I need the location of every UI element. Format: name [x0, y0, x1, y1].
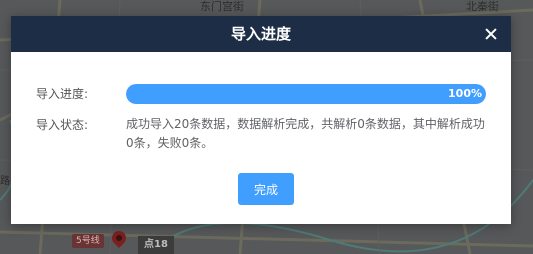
- progress-bar-fill: 100%: [126, 84, 486, 104]
- map-street-label: 东门宫街: [200, 0, 244, 13]
- status-message: 成功导入20条数据，数据解析完成，共解析0条数据，其中解析成功0条，失败0条。: [126, 117, 485, 150]
- status-label: 导入状态:: [36, 118, 89, 132]
- map-street-label: 北秦街: [466, 0, 499, 13]
- dialog-title: 导入进度: [230, 25, 291, 43]
- progress-label: 导入进度:: [36, 87, 89, 101]
- import-progress-dialog: 导入进度 导入进度: 100% 导入状态: 成功导入20条数据，数据解析完成，共…: [11, 16, 511, 224]
- map-street-label: 路: [0, 176, 10, 187]
- close-icon[interactable]: [481, 24, 501, 44]
- done-button[interactable]: 完成: [238, 173, 294, 205]
- screen: 东门宫街 北秦街 路 5号线 点18 导入进度 导入进度: 100% 导入状态:…: [0, 0, 533, 254]
- progress-bar: 100%: [126, 84, 486, 104]
- progress-percent: 100%: [448, 87, 482, 100]
- dialog-header: 导入进度: [11, 16, 511, 52]
- map-point-tag[interactable]: 点18: [138, 236, 174, 254]
- metro-line-badge: 5号线: [72, 234, 104, 248]
